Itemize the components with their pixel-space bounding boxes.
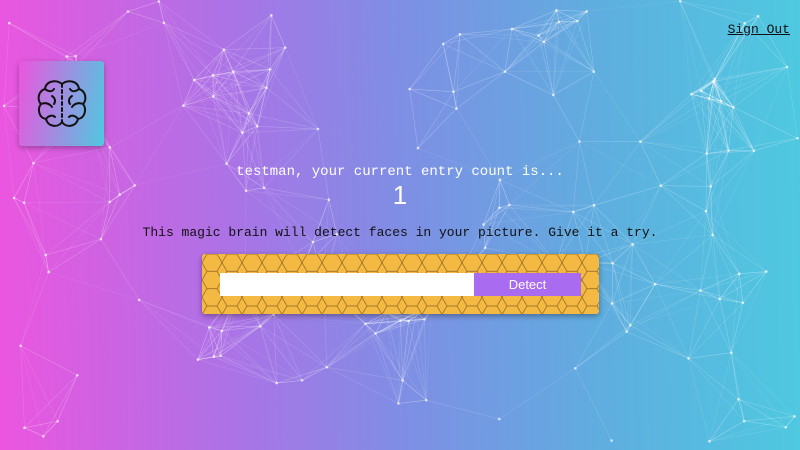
tagline: This magic brain will detect faces in yo…	[142, 225, 658, 240]
image-link-form: Detect	[202, 254, 599, 314]
sign-out-link[interactable]: Sign Out	[728, 22, 790, 37]
brain-logo	[19, 61, 104, 146]
image-url-input[interactable]	[220, 273, 474, 296]
brain-icon	[37, 79, 86, 127]
detect-button[interactable]: Detect	[474, 273, 581, 296]
entry-count-value: 1	[392, 180, 408, 210]
entry-count-message: testman, your current entry count is...	[236, 164, 564, 180]
